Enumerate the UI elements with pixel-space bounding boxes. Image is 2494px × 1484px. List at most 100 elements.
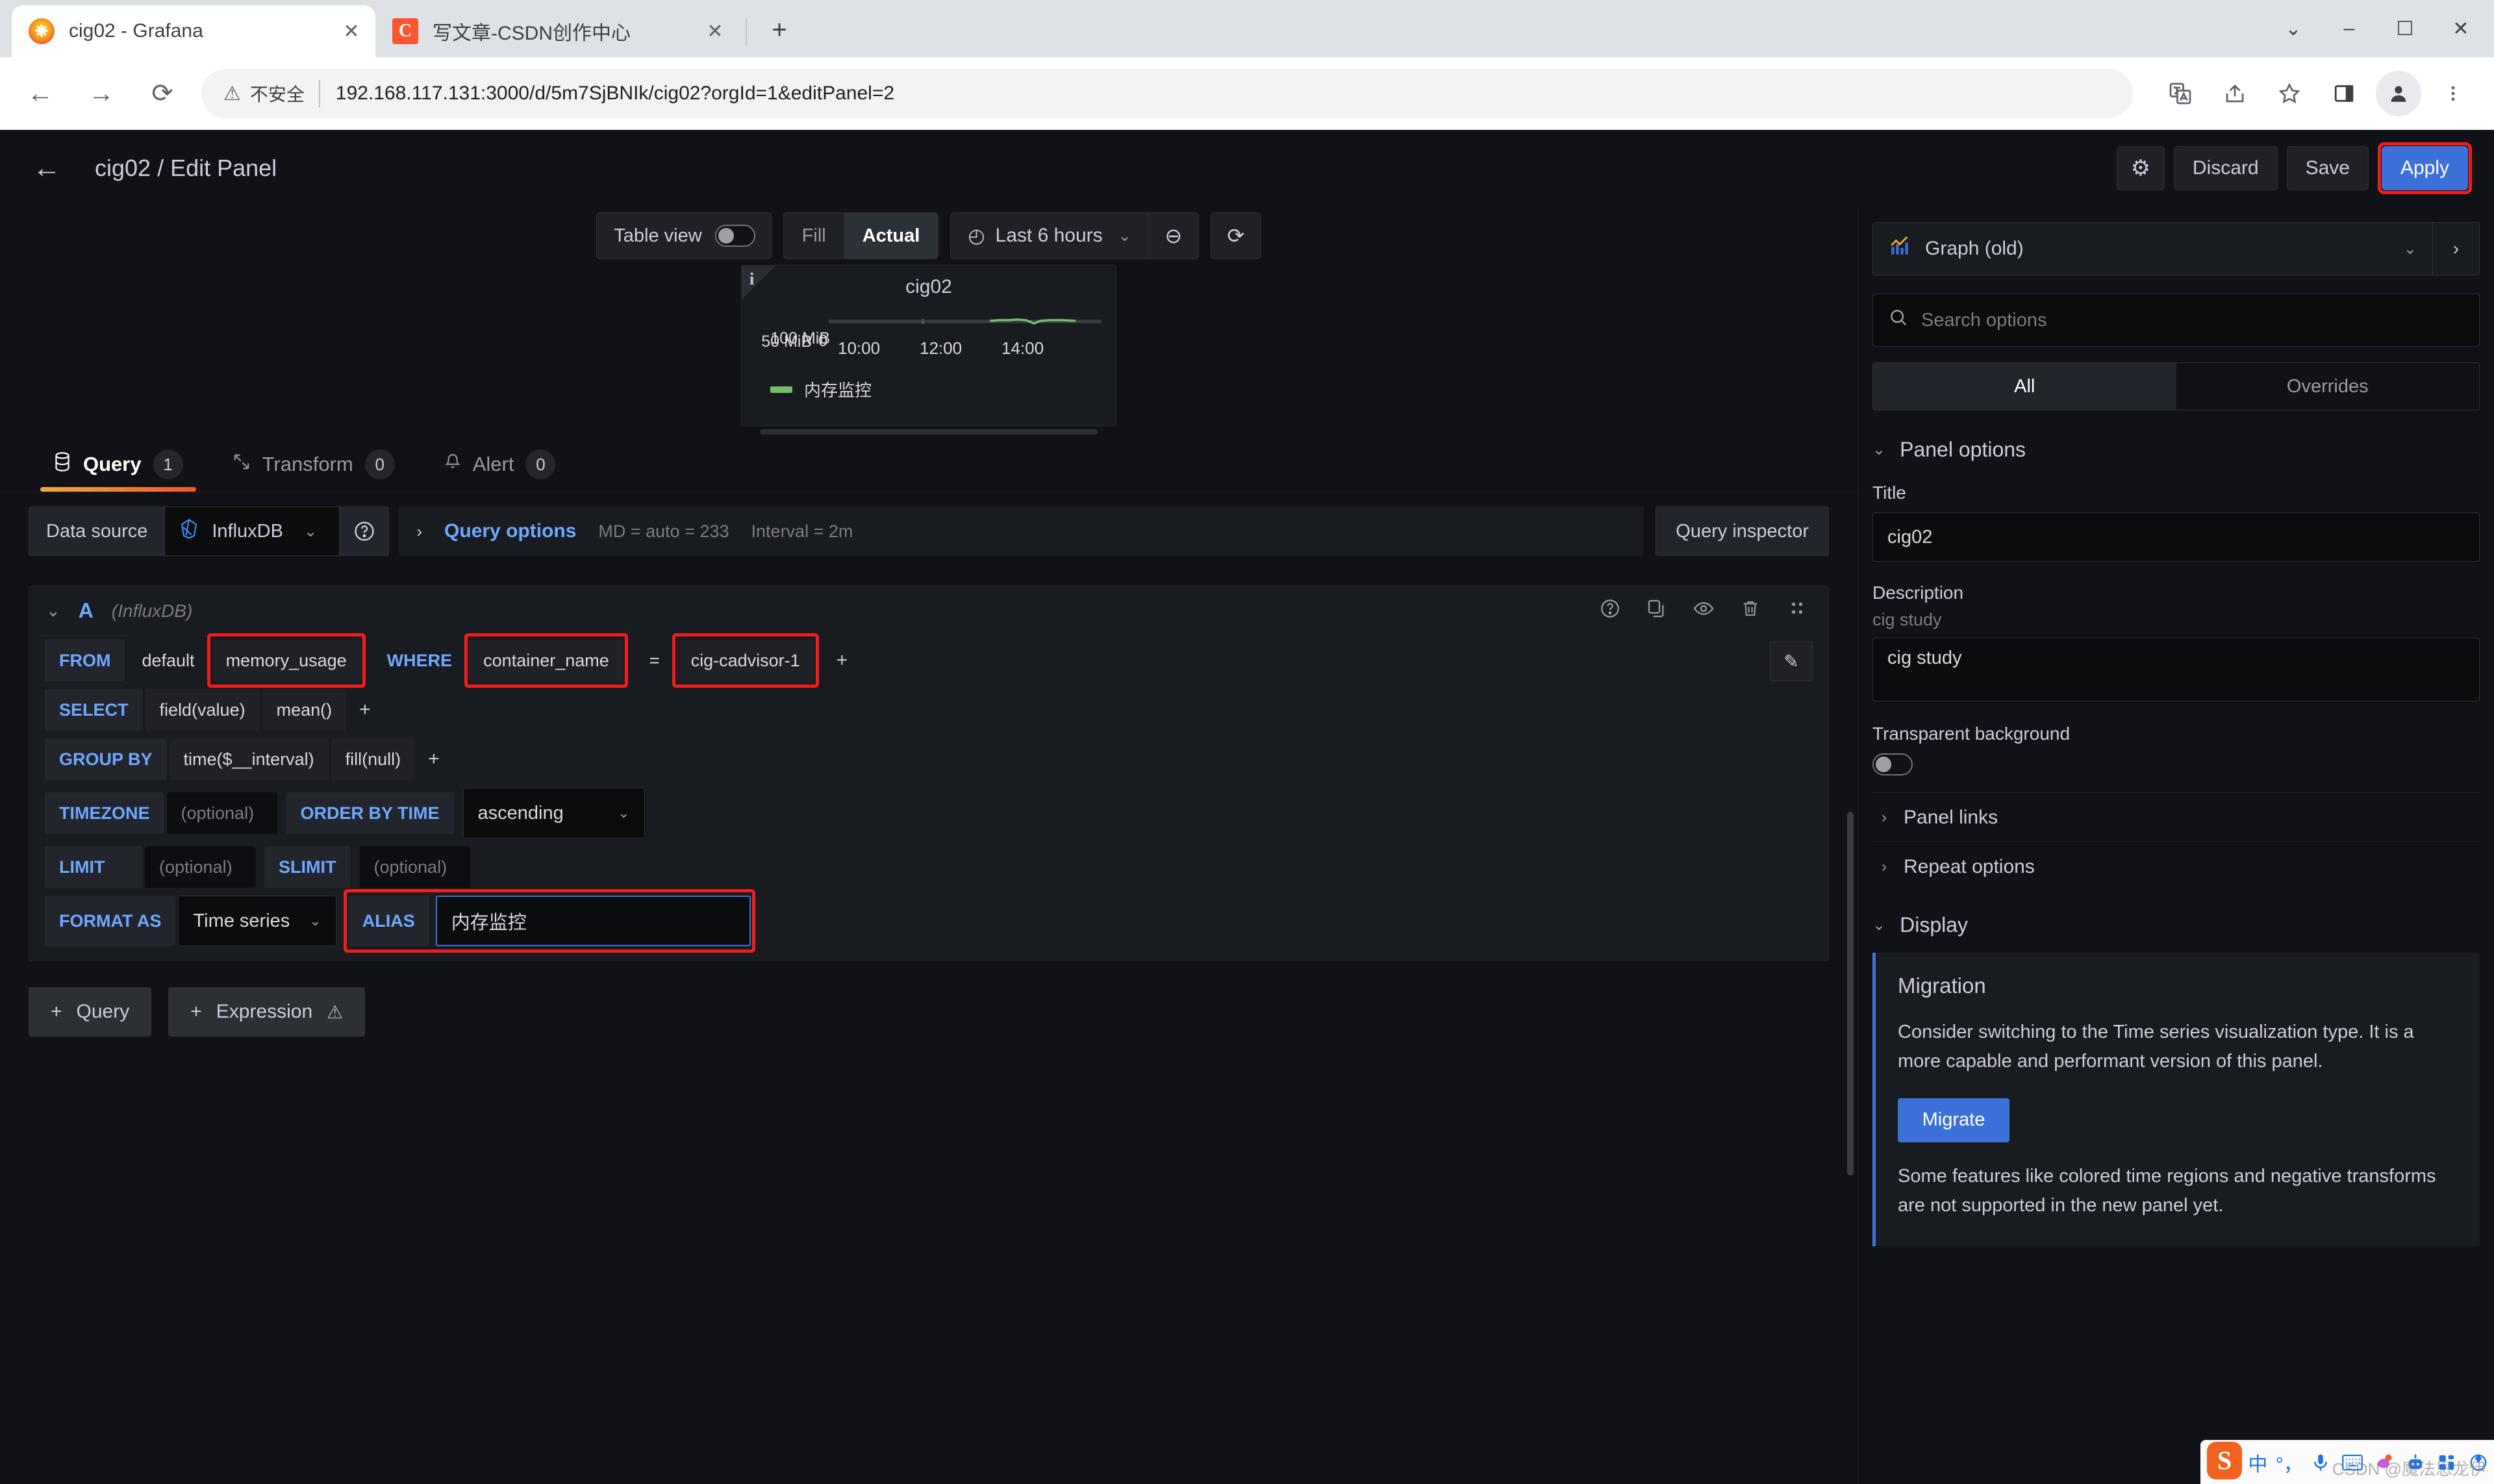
bookmark-star-icon[interactable] xyxy=(2267,71,2312,116)
tab-all[interactable]: All xyxy=(1873,363,2176,410)
edit-raw-query-pencil-icon[interactable]: ✎ xyxy=(1770,641,1813,681)
share-icon[interactable] xyxy=(2212,71,2258,116)
discard-button[interactable]: Discard xyxy=(2174,146,2278,190)
repeat-options-collapse[interactable]: › Repeat options xyxy=(1872,842,2480,891)
ime-language-toggle[interactable]: 中 xyxy=(2242,1440,2273,1484)
side-panel-icon[interactable] xyxy=(2321,71,2367,116)
chrome-menu-icon[interactable] xyxy=(2430,71,2476,116)
display-section-header[interactable]: ⌄ Display xyxy=(1872,913,2480,937)
ime-punctuation-toggle[interactable]: °， xyxy=(2274,1440,2305,1484)
dashboard-settings-gear-icon[interactable]: ⚙ xyxy=(2117,146,2165,190)
time-range-picker-group[interactable]: ◴ Last 6 hours ⌄ ⊖ xyxy=(950,212,1198,259)
chrome-tab-search-icon[interactable]: ⌄ xyxy=(2265,0,2321,57)
query-ref-id[interactable]: A xyxy=(79,599,94,623)
datasource-help-icon[interactable] xyxy=(340,507,389,556)
limit-input[interactable]: (optional) xyxy=(145,846,255,888)
add-select-part-button[interactable]: + xyxy=(349,689,381,731)
mic-icon[interactable] xyxy=(2305,1440,2336,1484)
eye-icon[interactable] xyxy=(1689,598,1718,624)
actual-option[interactable]: Actual xyxy=(844,212,938,259)
chevron-down-icon[interactable]: ⌄ xyxy=(46,601,60,621)
keyboard-icon[interactable] xyxy=(2337,1440,2368,1484)
visualization-picker[interactable]: Graph (old) ⌄ xyxy=(1872,222,2433,275)
search-options-field[interactable]: Search options xyxy=(1872,294,2480,347)
add-group-by-part-button[interactable]: + xyxy=(418,738,450,780)
migrate-button[interactable]: Migrate xyxy=(1898,1098,2009,1142)
sogou-logo-icon[interactable]: S xyxy=(2207,1442,2242,1479)
group-by-fill-value[interactable]: fill(null) xyxy=(331,738,416,780)
refresh-icon[interactable]: ⟳ xyxy=(1211,212,1261,259)
save-button[interactable]: Save xyxy=(2287,146,2369,190)
chevron-down-icon[interactable]: ⌄ xyxy=(1118,227,1131,245)
datasource-picker[interactable]: InfluxDB ⌄ xyxy=(164,507,340,556)
tag-value[interactable]: cig-cadvisor-1 xyxy=(677,640,814,681)
tab-query[interactable]: Query 1 xyxy=(29,437,208,492)
refresh-group[interactable]: ⟳ xyxy=(1211,212,1261,259)
query-options-label[interactable]: Query options xyxy=(444,520,576,542)
fill-option[interactable]: Fill xyxy=(784,212,844,259)
time-range-label[interactable]: Last 6 hours xyxy=(996,225,1103,247)
browser-tab-csdn[interactable]: C 写文章-CSDN创作中心 ✕ xyxy=(375,5,739,57)
select-field-value[interactable]: field(value) xyxy=(145,689,260,731)
panel-options-section-header[interactable]: ⌄ Panel options xyxy=(1872,438,2480,462)
format-as-select[interactable]: Time series ⌄ xyxy=(178,896,336,946)
panel-description-textarea[interactable]: cig study xyxy=(1872,638,2480,701)
sogou-ime-toolbar[interactable]: S 中 °， xyxy=(2200,1440,2494,1484)
back-to-dashboard-button[interactable]: ← xyxy=(32,152,78,184)
back-icon[interactable]: ← xyxy=(18,71,62,116)
forward-icon[interactable]: → xyxy=(79,71,123,116)
settings-icon[interactable] xyxy=(2462,1440,2493,1484)
transparent-background-switch[interactable] xyxy=(1872,753,1913,775)
timezone-input[interactable]: (optional) xyxy=(167,792,277,834)
minimize-button[interactable]: – xyxy=(2321,0,2377,57)
query-inspector-button[interactable]: Query inspector xyxy=(1656,507,1829,556)
drag-handle-icon[interactable] xyxy=(1783,598,1811,624)
query-options-bar[interactable]: › Query options MD = auto = 233 Interval… xyxy=(398,507,1644,556)
help-icon[interactable] xyxy=(1596,598,1624,624)
trash-icon[interactable] xyxy=(1736,598,1765,624)
panel-title-input[interactable]: cig02 xyxy=(1872,512,2480,562)
translate-icon[interactable] xyxy=(2158,71,2203,116)
robot-icon[interactable] xyxy=(2400,1440,2431,1484)
maximize-button[interactable]: ☐ xyxy=(2377,0,2433,57)
select-aggregate-value[interactable]: mean() xyxy=(262,689,347,731)
legend-series-label[interactable]: 内存监控 xyxy=(804,377,872,401)
apply-button[interactable]: Apply xyxy=(2382,146,2468,190)
new-tab-button[interactable]: + xyxy=(760,10,799,49)
tab-transform[interactable]: Transform 0 xyxy=(208,437,420,492)
close-icon[interactable]: ✕ xyxy=(700,16,730,46)
profile-avatar-icon[interactable] xyxy=(2376,71,2421,116)
chevron-down-icon[interactable]: ⌄ xyxy=(304,522,317,541)
toolbox-icon[interactable] xyxy=(2368,1440,2399,1484)
info-icon[interactable]: i xyxy=(749,270,754,289)
zoom-out-icon[interactable]: ⊖ xyxy=(1149,212,1198,259)
tab-overrides[interactable]: Overrides xyxy=(2176,363,2480,410)
tab-alert[interactable]: Alert 0 xyxy=(420,437,581,492)
order-by-time-select[interactable]: ascending ⌄ xyxy=(463,788,645,838)
table-view-switch[interactable] xyxy=(715,225,755,247)
add-where-condition-button[interactable]: + xyxy=(826,640,859,681)
chevron-down-icon[interactable]: ⌄ xyxy=(2404,240,2417,258)
close-window-button[interactable]: ✕ xyxy=(2433,0,2489,57)
browser-tab-grafana[interactable]: ❋ cig02 - Grafana ✕ xyxy=(12,5,375,57)
expand-options-pane-button[interactable]: › xyxy=(2433,222,2480,275)
panel-preview-card[interactable]: i cig02 100 MiB 50 MiB 0 xyxy=(741,265,1116,426)
add-query-button[interactable]: + Query xyxy=(29,987,151,1037)
panel-resize-handle[interactable] xyxy=(760,429,1098,434)
apps-icon[interactable] xyxy=(2431,1440,2462,1484)
table-view-toggle-group[interactable]: Table view xyxy=(596,212,771,259)
panel-links-collapse[interactable]: › Panel links xyxy=(1872,792,2480,842)
group-by-time-value[interactable]: time($__interval) xyxy=(170,738,329,780)
reload-icon[interactable]: ⟳ xyxy=(140,71,184,116)
chevron-right-icon[interactable]: › xyxy=(416,522,422,542)
fill-actual-segmented-control[interactable]: Fill Actual xyxy=(783,212,939,259)
tag-operator[interactable]: = xyxy=(635,640,674,681)
close-icon[interactable]: ✕ xyxy=(336,16,366,46)
left-pane-scrollbar[interactable] xyxy=(1847,812,1854,1176)
slimit-input[interactable]: (optional) xyxy=(360,846,470,888)
alias-input[interactable]: 内存监控 xyxy=(436,896,751,946)
measurement-value[interactable]: memory_usage xyxy=(212,640,361,681)
tag-key-value[interactable]: container_name xyxy=(469,640,624,681)
retention-policy-value[interactable]: default xyxy=(127,640,208,681)
address-bar[interactable]: ⚠ 不安全 192.168.117.131:3000/d/5m7SjBNIk/c… xyxy=(201,69,2133,118)
